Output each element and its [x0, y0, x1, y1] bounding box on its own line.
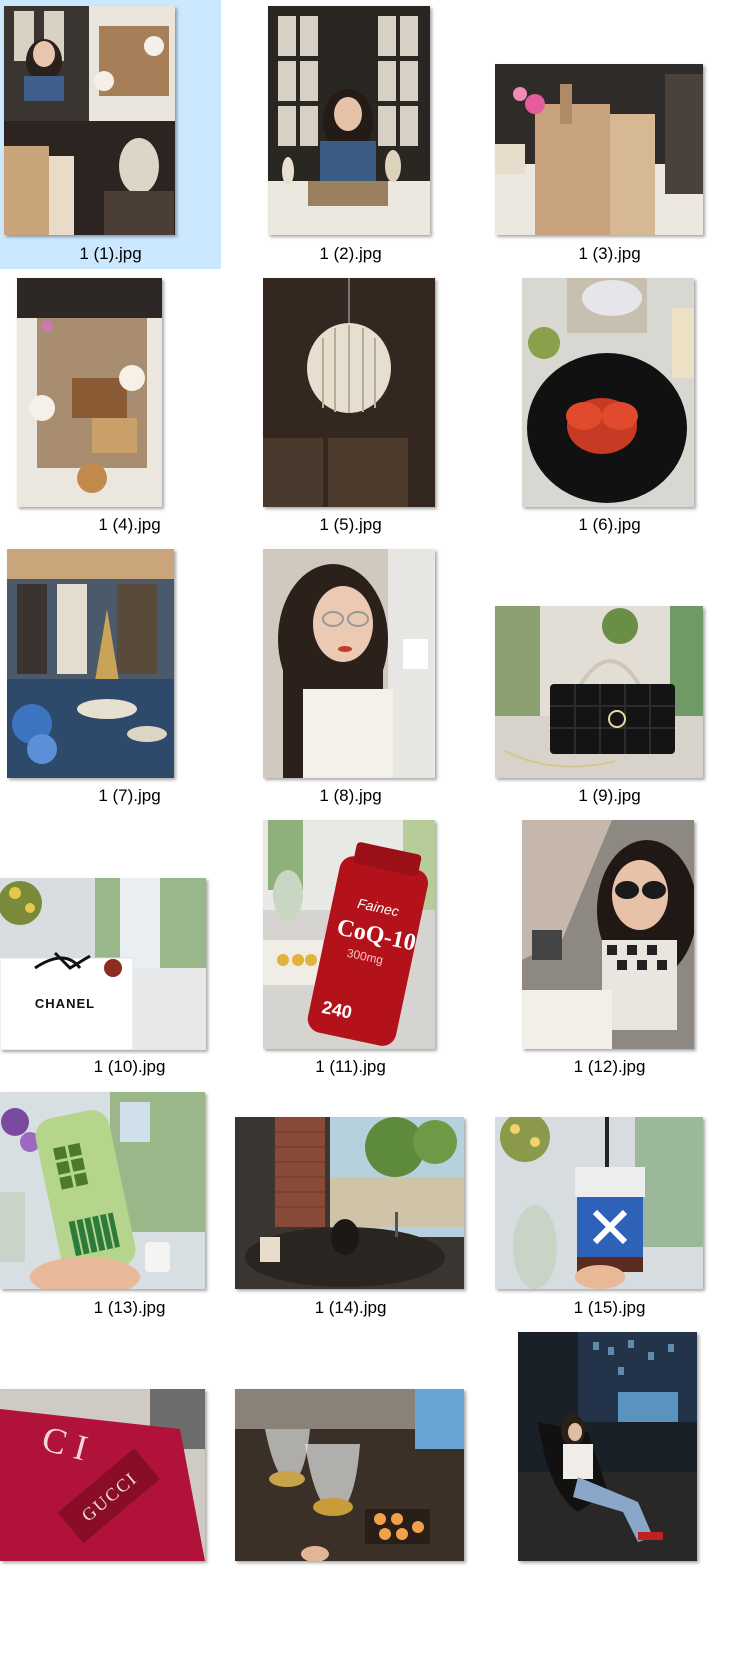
- thumbnail-image: [495, 64, 703, 235]
- file-item-18[interactable]: [480, 1331, 739, 1602]
- file-name[interactable]: 1 (3).jpg: [480, 244, 739, 264]
- file-name[interactable]: 1 (5).jpg: [221, 515, 480, 535]
- thumbnail-image: [0, 1092, 205, 1289]
- thumbnail-image: C I GUCCI: [0, 1389, 205, 1561]
- thumbnail-image: [4, 6, 175, 235]
- thumbnail-image: [522, 278, 694, 507]
- file-name[interactable]: 1 (6).jpg: [480, 515, 739, 535]
- file-item-15[interactable]: 1 (15).jpg: [480, 1084, 739, 1355]
- file-name[interactable]: 1 (9).jpg: [480, 786, 739, 806]
- file-item-14[interactable]: 1 (14).jpg: [221, 1084, 480, 1355]
- file-item-12[interactable]: 1 (12).jpg: [480, 813, 739, 1084]
- file-name[interactable]: 1 (11).jpg: [221, 1057, 480, 1077]
- thumbnail-image: [495, 1117, 703, 1289]
- thumbnail-image: [17, 278, 162, 507]
- file-name[interactable]: 1 (1).jpg: [0, 244, 221, 264]
- thumbnail-image: [268, 6, 430, 235]
- file-item-8[interactable]: 1 (8).jpg: [221, 542, 480, 813]
- thumbnail-image: [263, 278, 435, 507]
- thumbnail-image: [522, 820, 694, 1049]
- thumbnail-image: [235, 1389, 464, 1561]
- file-item-5[interactable]: 1 (5).jpg: [221, 271, 480, 542]
- thumbnail-image: [263, 549, 435, 778]
- file-name[interactable]: 1 (2).jpg: [221, 244, 480, 264]
- chanel-box-text: CHANEL: [35, 996, 95, 1011]
- thumbnail-image: Fainec CoQ-10 300mg 240: [263, 820, 435, 1049]
- file-name[interactable]: 1 (14).jpg: [221, 1298, 480, 1318]
- file-item-2[interactable]: 1 (2).jpg: [221, 0, 480, 271]
- file-name[interactable]: 1 (12).jpg: [480, 1057, 739, 1077]
- file-item-11[interactable]: Fainec CoQ-10 300mg 240 1 (11).jpg: [221, 813, 480, 1084]
- file-item-9[interactable]: 1 (9).jpg: [480, 542, 739, 813]
- file-item-6[interactable]: 1 (6).jpg: [480, 271, 739, 542]
- thumbnail-image: CHANEL: [0, 878, 206, 1050]
- file-item-17[interactable]: [221, 1331, 480, 1602]
- file-item-1[interactable]: 1 (1).jpg: [0, 0, 221, 269]
- file-name[interactable]: 1 (15).jpg: [480, 1298, 739, 1318]
- thumbnail-image: [518, 1332, 697, 1561]
- thumbnail-image: [235, 1117, 464, 1289]
- file-item-3[interactable]: 1 (3).jpg: [480, 0, 739, 271]
- thumbnail-image: [7, 549, 174, 778]
- thumbnail-image: [495, 606, 703, 778]
- file-name[interactable]: 1 (8).jpg: [221, 786, 480, 806]
